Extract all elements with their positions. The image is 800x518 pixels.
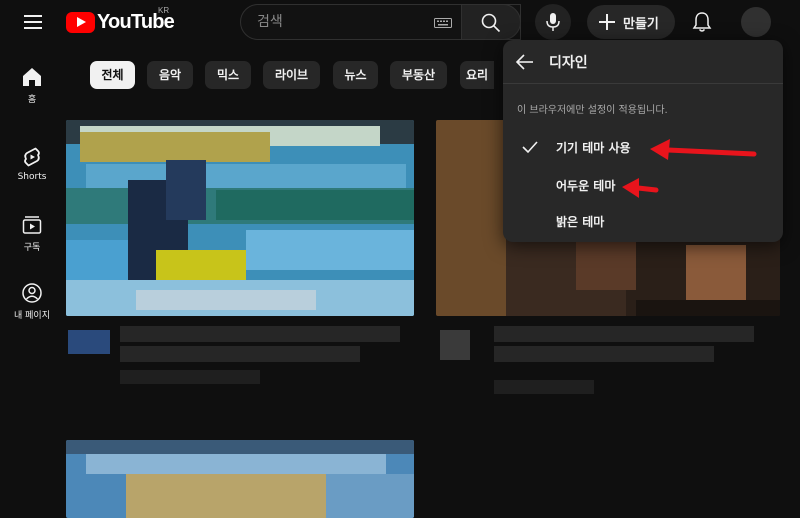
chip-mix[interactable]: 믹스: [205, 61, 251, 89]
red-arrow-icon: [622, 178, 659, 198]
option-light-theme[interactable]: 밝은 테마: [503, 203, 783, 239]
option-label: 어두운 테마: [556, 179, 616, 193]
red-arrow-icon: [650, 139, 757, 160]
back-arrow-icon[interactable]: [515, 52, 535, 72]
video-thumbnail[interactable]: [66, 440, 414, 518]
create-button[interactable]: 만들기: [587, 5, 675, 39]
appearance-menu-title: 디자인: [549, 55, 588, 71]
video-channel: [494, 380, 594, 394]
sidebar-item-label: 내 페이지: [14, 311, 50, 321]
chip-all[interactable]: 전체: [90, 61, 135, 89]
sidebar-item-my-page[interactable]: 내 페이지: [0, 272, 64, 330]
bell-icon: [692, 12, 712, 32]
chip-real-estate[interactable]: 부동산: [390, 61, 447, 89]
account-icon: [22, 283, 42, 303]
menu-icon[interactable]: [20, 10, 46, 34]
youtube-play-icon: [66, 11, 95, 33]
chip-news[interactable]: 뉴스: [333, 61, 378, 89]
video-title[interactable]: [120, 326, 400, 342]
check-icon: [522, 141, 538, 154]
appearance-menu-header: 디자인: [503, 40, 783, 84]
voice-search-button[interactable]: [535, 4, 571, 40]
plus-icon: [599, 14, 615, 30]
create-label: 만들기: [623, 17, 659, 32]
avatar[interactable]: [741, 7, 771, 37]
region-code: KR: [158, 6, 170, 15]
chip-music[interactable]: 음악: [147, 61, 193, 89]
search-input[interactable]: [257, 12, 437, 32]
video-title[interactable]: [494, 346, 714, 362]
chip-cooking[interactable]: 요리: [460, 61, 494, 89]
chip-live[interactable]: 라이브: [263, 61, 320, 89]
shorts-icon: [24, 147, 40, 167]
avatar[interactable]: [440, 330, 470, 360]
sidebar-item-shorts[interactable]: Shorts: [0, 136, 64, 194]
notifications-button[interactable]: [688, 8, 716, 36]
sidebar-item-label: Shorts: [17, 172, 47, 182]
sidebar-item-label: 구독: [23, 243, 41, 253]
video-title[interactable]: [494, 326, 754, 342]
top-bar: YouTube KR 만들기: [0, 0, 800, 44]
option-label: 기기 테마 사용: [556, 141, 631, 155]
sidebar-item-home[interactable]: 홈: [0, 56, 64, 114]
microphone-icon: [546, 13, 560, 31]
video-title[interactable]: [120, 346, 360, 362]
appearance-menu-note: 이 브라우저에만 설정이 적용됩니다.: [517, 105, 668, 116]
sidebar-item-subscriptions[interactable]: 구독: [0, 204, 64, 262]
keyboard-icon[interactable]: [434, 18, 452, 28]
option-label: 밝은 테마: [556, 215, 605, 229]
home-icon: [23, 68, 41, 86]
avatar[interactable]: [68, 330, 110, 354]
subscriptions-icon: [22, 216, 42, 234]
search-button[interactable]: [461, 4, 521, 40]
search-icon: [481, 13, 501, 33]
video-thumbnail[interactable]: [66, 120, 414, 316]
sidebar-item-label: 홈: [27, 95, 37, 105]
video-channel: [120, 370, 260, 384]
